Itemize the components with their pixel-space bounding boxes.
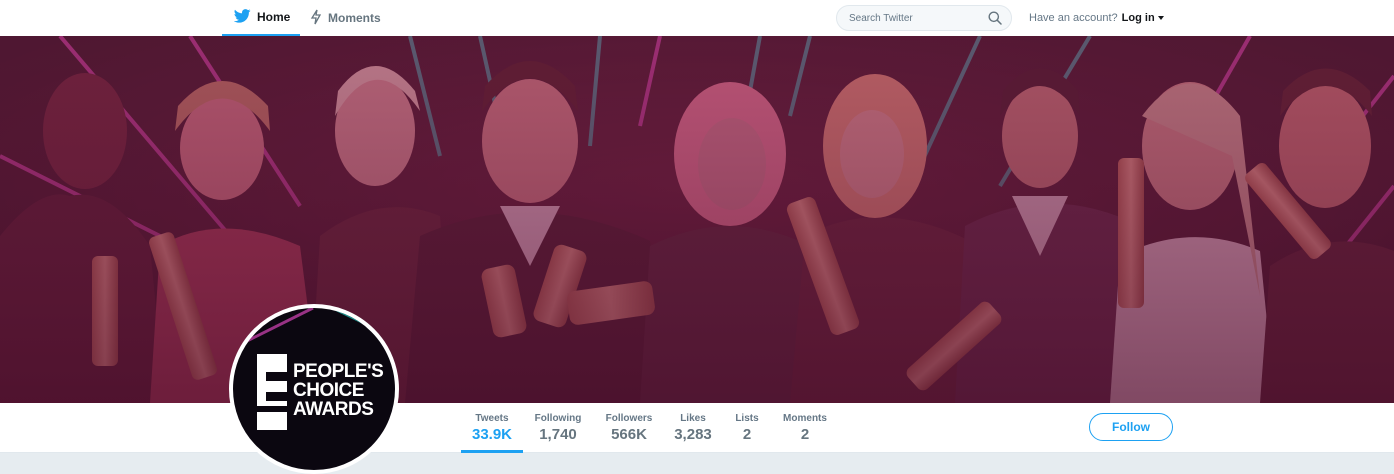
search-input[interactable]	[847, 11, 991, 25]
stat-followers[interactable]: Followers 566K	[600, 403, 658, 453]
logo-line: AWARDS	[293, 399, 374, 420]
nav-moments-label: Moments	[328, 11, 381, 25]
follow-button[interactable]: Follow	[1089, 413, 1173, 441]
chevron-down-icon	[1157, 16, 1164, 20]
profile-banner	[0, 36, 1394, 403]
stat-label: Tweets	[475, 413, 509, 424]
account-prompt: Have an account?	[1029, 12, 1118, 24]
stat-label: Likes	[680, 413, 706, 424]
stat-moments[interactable]: Moments 2	[778, 403, 832, 453]
stat-value: 566K	[611, 426, 647, 443]
banner-image	[0, 36, 1394, 403]
lightning-icon	[310, 9, 328, 28]
account-area: Have an account? Log in	[1029, 0, 1164, 36]
nav-moments[interactable]: Moments	[310, 0, 381, 36]
stat-value: 3,283	[674, 426, 712, 443]
stat-tweets[interactable]: Tweets 33.9K	[461, 403, 523, 453]
stat-value: 1,740	[539, 426, 577, 443]
stat-label: Lists	[735, 413, 759, 424]
search-box	[836, 5, 1012, 31]
stat-lists[interactable]: Lists 2	[730, 403, 764, 453]
avatar-logo-text: PEOPLE'S CHOICE AWARDS	[293, 362, 385, 419]
stat-value: 2	[800, 426, 810, 443]
stat-following[interactable]: Following 1,740	[530, 403, 586, 453]
top-nav: Home Moments Have an account? Log in	[0, 0, 1394, 36]
nav-home[interactable]: Home	[222, 0, 300, 36]
stat-label: Following	[534, 413, 582, 424]
nav-home-label: Home	[257, 10, 291, 24]
e-logo-icon	[257, 354, 287, 430]
bird-icon	[233, 8, 257, 26]
search-icon[interactable]	[988, 11, 1002, 30]
stat-likes[interactable]: Likes 3,283	[670, 403, 716, 453]
stat-label: Moments	[783, 413, 827, 424]
stat-value: 33.9K	[471, 426, 513, 443]
logo-line: CHOICE	[293, 380, 364, 401]
logo-line: PEOPLE'S	[293, 361, 384, 382]
stat-value: 2	[742, 426, 752, 443]
profile-avatar[interactable]: PEOPLE'S CHOICE AWARDS	[229, 304, 399, 474]
profile-nav: Tweets 33.9K Following 1,740 Followers 5…	[0, 403, 1394, 453]
login-link[interactable]: Log in	[1122, 12, 1164, 24]
login-label: Log in	[1121, 12, 1155, 24]
stat-label: Followers	[605, 413, 653, 424]
